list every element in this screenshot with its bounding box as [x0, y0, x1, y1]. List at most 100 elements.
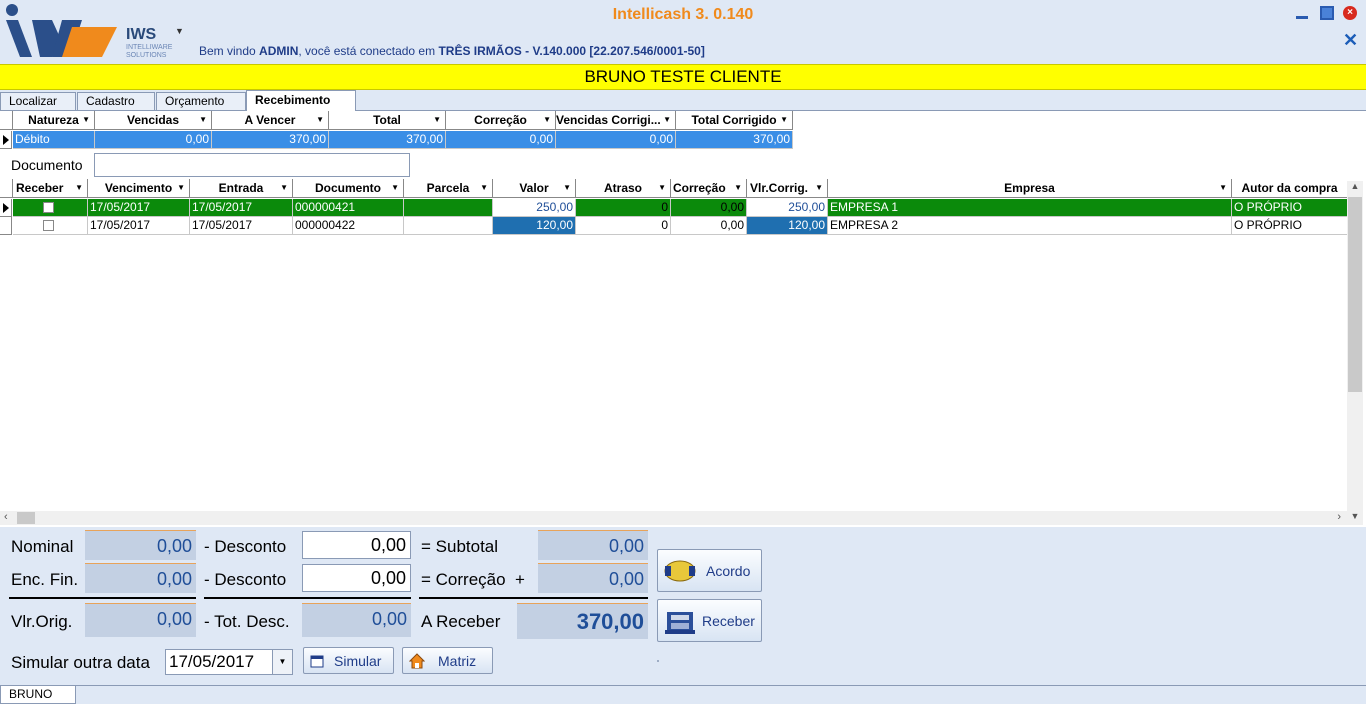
chevron-down-icon[interactable]: ▼	[175, 26, 184, 36]
cell-parcela	[404, 217, 493, 235]
tab-recebimento[interactable]: Recebimento	[246, 90, 356, 111]
table-row[interactable]: 17/05/2017 17/05/2017 000000422 120,00 0…	[0, 217, 1347, 235]
scroll-down-icon[interactable]: ▼	[1347, 511, 1363, 525]
col-vencimento[interactable]: Vencimento ▼	[88, 179, 190, 198]
logo-text: IWS	[126, 26, 157, 43]
correcao-label: = Correção +	[421, 570, 525, 589]
calendar-icon	[310, 655, 324, 668]
col-receber[interactable]: Receber ▼	[13, 179, 88, 198]
receber-label: Receber	[702, 613, 755, 629]
col-atraso[interactable]: Atraso ▼	[576, 179, 671, 198]
row-indicator	[0, 217, 12, 235]
documento-input[interactable]	[94, 153, 410, 177]
documento-label: Documento	[11, 157, 83, 173]
receber-button[interactable]: Receber	[657, 599, 762, 642]
app-header: IWS INTELLIWARE SOLUTIONS ▼ Intellicash …	[0, 0, 1366, 64]
cell-a-vencer: 370,00	[212, 131, 329, 149]
receber-checkbox[interactable]	[43, 202, 54, 213]
nominal-label: Nominal	[11, 537, 74, 556]
vertical-scrollbar[interactable]: ▲ ▼	[1347, 181, 1363, 525]
subtotal-value: 0,00	[538, 530, 648, 560]
desconto-input[interactable]: 0,00	[302, 564, 411, 592]
cell-vlr-corrig: 120,00	[747, 217, 828, 235]
matriz-label: Matriz	[438, 653, 477, 669]
scroll-right-icon[interactable]: ›	[1337, 511, 1341, 523]
col-empresa[interactable]: Empresa ▼	[828, 179, 1232, 198]
tab-orcamento[interactable]: Orçamento	[156, 92, 246, 110]
col-vencidas[interactable]: Vencidas ▼	[95, 111, 212, 130]
col-correcao[interactable]: Correção ▼	[446, 111, 556, 130]
cell-vencimento: 17/05/2017	[88, 199, 190, 217]
status-bar: BRUNO	[0, 685, 1366, 704]
summary-row-debito[interactable]: Débito 0,00 370,00 370,00 0,00 0,00 370,…	[0, 131, 793, 149]
cell-correcao: 0,00	[446, 131, 556, 149]
desconto-label: - Desconto	[204, 537, 287, 556]
col-total[interactable]: Total ▼	[329, 111, 446, 130]
cell-atraso: 0	[576, 217, 671, 235]
col-vlr-corrig[interactable]: Vlr.Corrig. ▼	[747, 179, 828, 198]
matriz-button[interactable]: Matriz	[402, 647, 493, 674]
divider	[419, 597, 648, 599]
row-indicator-header	[0, 179, 13, 198]
simular-label: Simular	[334, 653, 382, 669]
minimize-icon[interactable]	[1295, 6, 1309, 20]
col-a-vencer[interactable]: A Vencer ▼	[212, 111, 329, 130]
col-documento[interactable]: Documento ▼	[293, 179, 404, 198]
simular-date-input[interactable]: 17/05/2017 ▼	[165, 649, 293, 675]
receber-cell	[13, 199, 88, 217]
maximize-icon[interactable]	[1320, 6, 1334, 20]
subtotal-label: = Subtotal	[421, 537, 499, 556]
cell-vencidas: 0,00	[95, 131, 212, 149]
col-parcela[interactable]: Parcela ▼	[404, 179, 493, 198]
col-valor[interactable]: Valor ▼	[493, 179, 576, 198]
close-tab-icon[interactable]: ✕	[1343, 30, 1358, 51]
tot-desc-label: - Tot. Desc.	[204, 612, 290, 631]
client-name-bar: BRUNO TESTE CLIENTE	[0, 64, 1366, 90]
cell-documento: 000000422	[293, 217, 404, 235]
recebimento-panel: Natureza ▼ Vencidas ▼ A Vencer ▼ Total ▼ Cor…	[0, 110, 1366, 686]
horizontal-scrollbar[interactable]: ‹ ›	[0, 511, 1347, 525]
cell-total: 370,00	[329, 131, 446, 149]
close-icon[interactable]: ×	[1343, 6, 1357, 20]
cell-entrada: 17/05/2017	[190, 199, 293, 217]
acordo-label: Acordo	[706, 563, 751, 579]
cell-empresa: EMPRESA 1	[828, 199, 1232, 217]
user-tab[interactable]: BRUNO	[0, 686, 76, 704]
desconto-label: - Desconto	[204, 570, 287, 589]
scroll-thumb[interactable]	[1348, 197, 1362, 392]
row-indicator-header	[0, 111, 13, 130]
cell-valor[interactable]: 250,00	[493, 199, 576, 217]
scroll-left-icon[interactable]: ‹	[4, 511, 8, 523]
col-correcao[interactable]: Correção ▼	[671, 179, 747, 198]
desconto-input[interactable]: 0,00	[302, 531, 411, 559]
cell-parcela	[404, 199, 493, 217]
cell-vencimento: 17/05/2017	[88, 217, 190, 235]
cell-entrada: 17/05/2017	[190, 217, 293, 235]
tab-bar: Localizar Cadastro Orçamento Recebimento	[0, 90, 1366, 111]
cell-total-corrigido: 370,00	[676, 131, 793, 149]
row-pointer-icon	[0, 199, 12, 217]
col-natureza[interactable]: Natureza ▼	[13, 111, 95, 130]
home-icon	[409, 653, 425, 669]
chevron-down-icon[interactable]: ▼	[272, 650, 292, 674]
scroll-up-icon[interactable]: ▲	[1347, 181, 1363, 195]
acordo-button[interactable]: Acordo	[657, 549, 762, 592]
col-autor-compra[interactable]: Autor da compra	[1232, 179, 1347, 198]
cell-autor: O PRÓPRIO	[1232, 217, 1347, 235]
col-vencidas-corrigidas[interactable]: Vencidas Corrigi... ▼	[556, 111, 676, 130]
tot-desc-value: 0,00	[302, 603, 411, 637]
col-entrada[interactable]: Entrada ▼	[190, 179, 293, 198]
simular-button[interactable]: Simular	[303, 647, 394, 674]
cell-valor[interactable]: 120,00	[493, 217, 576, 235]
col-total-corrigido[interactable]: Total Corrigido ▼	[676, 111, 793, 130]
tab-cadastro[interactable]: Cadastro	[77, 92, 155, 110]
a-receber-label: A Receber	[421, 612, 501, 631]
divider	[204, 597, 411, 599]
cell-empresa: EMPRESA 2	[828, 217, 1232, 235]
table-row[interactable]: 17/05/2017 17/05/2017 000000421 250,00 0…	[0, 199, 1347, 217]
simular-label: Simular outra data	[11, 653, 150, 672]
tab-localizar[interactable]: Localizar	[0, 92, 76, 110]
scroll-thumb[interactable]	[17, 512, 35, 524]
receber-checkbox[interactable]	[43, 220, 54, 231]
summary-grid-header: Natureza ▼ Vencidas ▼ A Vencer ▼ Total ▼ Cor…	[0, 111, 793, 130]
